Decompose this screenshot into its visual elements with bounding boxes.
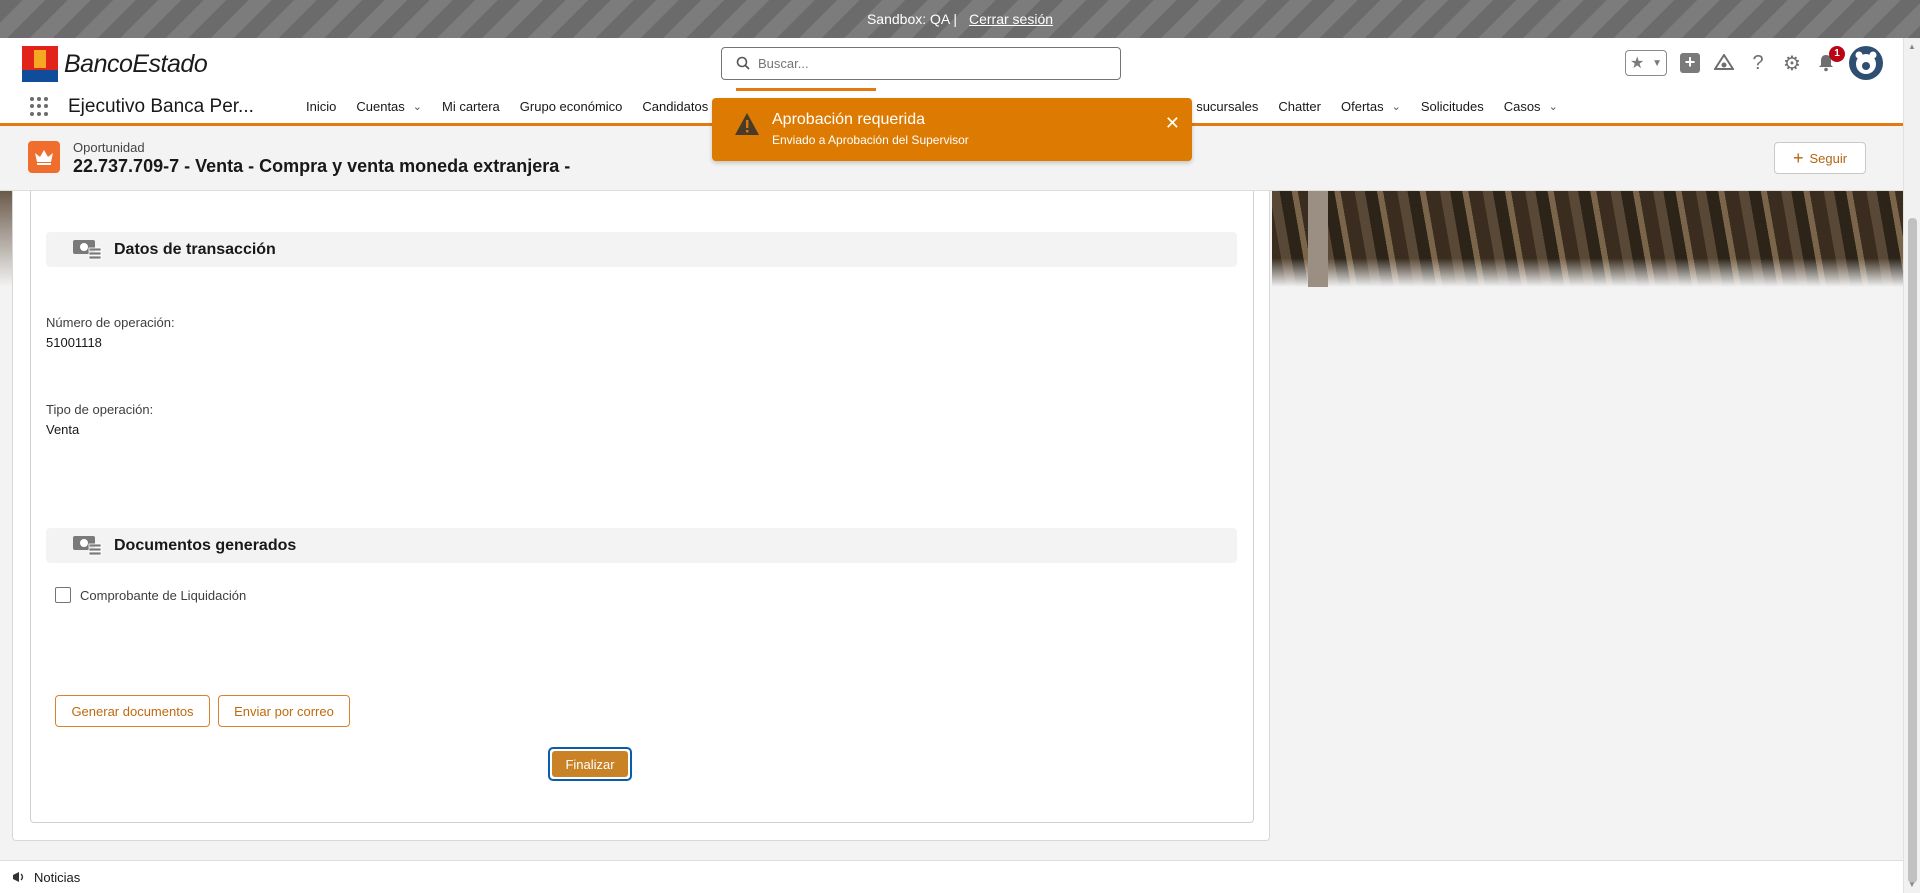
logo-text: BancoEstado xyxy=(64,49,208,78)
star-icon: ★ xyxy=(1629,55,1645,72)
main-panel: Datos de transacción Número de operación… xyxy=(12,191,1270,841)
gear-icon: ⚙ xyxy=(1783,52,1801,75)
nav-item-sucursales[interactable]: sucursales xyxy=(1186,99,1268,114)
generate-documents-label: Generar documentos xyxy=(71,703,194,719)
operation-type-value: Venta xyxy=(46,422,80,437)
trailhead-icon xyxy=(1714,54,1734,70)
toast-title: Aprobación requerida xyxy=(772,111,925,128)
nav-item-cuentas[interactable]: Cuentas ⌄ xyxy=(346,99,432,114)
app-name: Ejecutivo Banca Per... xyxy=(68,95,254,117)
send-email-button[interactable]: Enviar por correo xyxy=(218,695,350,727)
search-input[interactable] xyxy=(758,56,1098,71)
nav-item-candidatos[interactable]: Candidatos xyxy=(632,99,718,114)
money-icon xyxy=(73,535,102,555)
generate-documents-button[interactable]: Generar documentos xyxy=(55,695,210,727)
scroll-down-icon[interactable]: ▼ xyxy=(1908,880,1916,889)
operation-number-value: 51001118 xyxy=(46,335,102,350)
sandbox-banner: Sandbox: QA | Cerrar sesión xyxy=(0,0,1920,38)
chevron-down-icon[interactable]: ⌄ xyxy=(1392,100,1401,113)
notifications-button[interactable]: 1 xyxy=(1815,46,1845,74)
bancoestado-logo[interactable]: BancoEstado xyxy=(22,46,208,82)
nav-item-chatter[interactable]: Chatter xyxy=(1268,99,1331,114)
nav-item-casos[interactable]: Casos ⌄ xyxy=(1494,99,1568,114)
send-email-label: Enviar por correo xyxy=(234,703,334,719)
operation-type-label: Tipo de operación: xyxy=(46,402,154,417)
record-title: 22.737.709-7 - Venta - Compra y venta mo… xyxy=(73,156,571,176)
operation-number-label: Número de operación: xyxy=(46,315,175,330)
background-photo-left xyxy=(0,191,12,287)
chevron-down-icon[interactable]: ⌄ xyxy=(413,100,422,113)
search-icon xyxy=(736,56,750,70)
notification-badge: 1 xyxy=(1829,46,1845,62)
sandbox-label: Sandbox: QA | xyxy=(866,11,957,27)
follow-label: Seguir xyxy=(1809,150,1848,166)
opportunity-crown-icon xyxy=(28,141,60,173)
section-documentos-generados: Documentos generados xyxy=(46,528,1237,563)
follow-button[interactable]: + Seguir xyxy=(1774,142,1866,174)
document-checkbox-row[interactable]: Comprobante de Liquidación xyxy=(55,587,246,603)
user-avatar[interactable] xyxy=(1849,46,1883,80)
chevron-down-icon: ▼ xyxy=(1652,57,1663,69)
favorites-button[interactable]: ★ ▼ xyxy=(1625,50,1667,76)
news-label[interactable]: Noticias xyxy=(34,870,80,885)
trailhead-button[interactable] xyxy=(1713,52,1735,74)
warning-icon xyxy=(735,113,759,135)
nav-item-inicio[interactable]: Inicio xyxy=(296,99,346,114)
logo-mark-icon xyxy=(22,46,58,82)
section-title: Datos de transacción xyxy=(114,240,276,258)
news-icon[interactable] xyxy=(12,870,26,884)
plus-icon: + xyxy=(1792,148,1804,168)
approval-toast: Aprobación requerida Enviado a Aprobació… xyxy=(712,98,1192,161)
help-icon: ? xyxy=(1752,51,1764,74)
scroll-up-icon[interactable]: ▲ xyxy=(1908,42,1916,51)
page-scrollbar[interactable]: ▲ ▼ xyxy=(1903,38,1920,893)
header-utility-icons: ★ ▼ + ? ⚙ 1 xyxy=(1625,46,1883,80)
help-button[interactable]: ? xyxy=(1747,52,1769,74)
section-datos-transaccion: Datos de transacción xyxy=(46,232,1237,267)
nav-item-ofertas[interactable]: Ofertas ⌄ xyxy=(1331,99,1411,114)
setup-button[interactable]: ⚙ xyxy=(1781,52,1803,75)
section-title: Documentos generados xyxy=(114,536,297,554)
flow-card: Datos de transacción Número de operación… xyxy=(30,191,1254,823)
money-icon xyxy=(73,239,102,259)
logout-link[interactable]: Cerrar sesión xyxy=(969,11,1053,27)
finish-label: Finalizar xyxy=(552,751,628,777)
nav-item-mi-cartera[interactable]: Mi cartera xyxy=(432,99,510,114)
plus-icon: + xyxy=(1680,53,1700,73)
chevron-down-icon[interactable]: ⌄ xyxy=(1549,100,1558,113)
background-photo xyxy=(1272,191,1903,287)
finish-button[interactable]: Finalizar xyxy=(548,747,632,781)
app-launcher-icon[interactable] xyxy=(30,96,50,117)
comprobante-checkbox[interactable] xyxy=(55,587,71,603)
global-search[interactable] xyxy=(721,47,1121,80)
toast-message: Enviado a Aprobación del Supervisor xyxy=(772,133,969,147)
scrollbar-thumb[interactable] xyxy=(1908,218,1917,883)
nav-item-grupo-economico[interactable]: Grupo económico xyxy=(510,99,633,114)
record-type-label: Oportunidad xyxy=(73,140,145,155)
utility-bar: Noticias xyxy=(0,860,1903,893)
avatar-icon xyxy=(1855,51,1877,74)
nav-active-indicator xyxy=(736,88,876,91)
comprobante-label: Comprobante de Liquidación xyxy=(80,587,247,603)
close-icon[interactable]: ✕ xyxy=(1165,113,1180,134)
global-header: BancoEstado ★ ▼ + ? ⚙ xyxy=(0,38,1903,90)
nav-item-solicitudes[interactable]: Solicitudes xyxy=(1411,99,1494,114)
global-actions-button[interactable]: + xyxy=(1679,52,1701,74)
